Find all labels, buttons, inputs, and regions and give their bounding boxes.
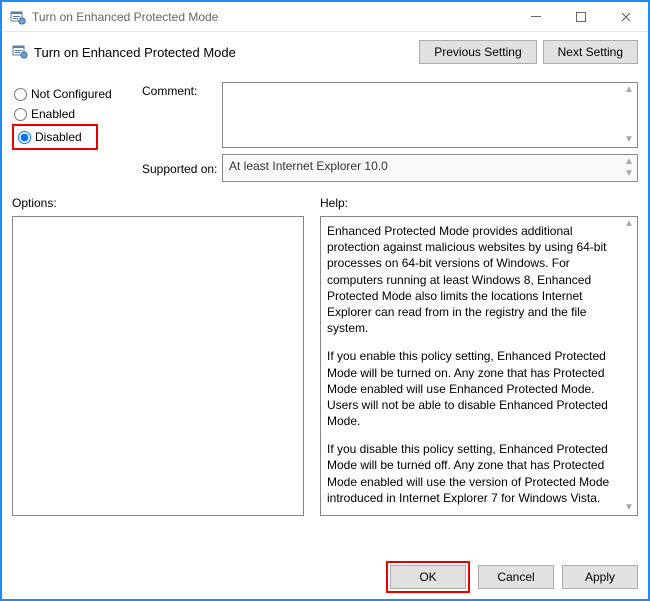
previous-setting-button[interactable]: Previous Setting [419, 40, 536, 64]
help-paragraph: If you enable this policy setting, Enhan… [327, 348, 617, 429]
comment-textarea[interactable]: ▲ ▼ [222, 82, 638, 148]
radio-enabled-input[interactable] [14, 108, 27, 121]
radio-not-configured[interactable]: Not Configured [12, 84, 142, 104]
highlight-ok: OK [386, 561, 470, 593]
highlight-disabled: Disabled [12, 124, 98, 150]
supported-on-field: At least Internet Explorer 10.0 ▲ ▼ [222, 154, 638, 182]
supported-on-label: Supported on: [142, 160, 222, 176]
maximize-button[interactable] [558, 2, 603, 31]
radio-label: Not Configured [31, 87, 112, 101]
close-button[interactable] [603, 2, 648, 31]
policy-icon [12, 43, 28, 62]
cancel-button[interactable]: Cancel [478, 565, 554, 589]
scroll-up-icon: ▲ [624, 85, 634, 95]
dialog-window: Turn on Enhanced Protected Mode [0, 0, 650, 601]
window-controls [513, 2, 648, 31]
minimize-button[interactable] [513, 2, 558, 31]
radio-disabled[interactable]: Disabled [16, 127, 96, 147]
help-paragraph: Enhanced Protected Mode provides additio… [327, 223, 617, 336]
dialog-footer: OK Cancel Apply [386, 561, 638, 593]
ok-button[interactable]: OK [390, 565, 466, 589]
supported-on-value: At least Internet Explorer 10.0 [229, 159, 388, 173]
radio-label: Disabled [35, 130, 82, 144]
scroll-up-icon: ▲ [624, 157, 634, 167]
scroll-down-icon: ▼ [624, 169, 634, 179]
help-paragraph: If you disable this policy setting, Enha… [327, 441, 617, 506]
help-text: Enhanced Protected Mode provides additio… [327, 223, 617, 509]
apply-button[interactable]: Apply [562, 565, 638, 589]
next-setting-button[interactable]: Next Setting [543, 40, 638, 64]
window-title: Turn on Enhanced Protected Mode [32, 10, 513, 24]
options-panel [12, 216, 304, 516]
scroll-down-icon: ▼ [624, 135, 634, 145]
titlebar: Turn on Enhanced Protected Mode [2, 2, 648, 32]
comment-label: Comment: [142, 82, 222, 98]
page-title: Turn on Enhanced Protected Mode [34, 45, 413, 60]
help-label: Help: [320, 196, 638, 210]
radio-not-configured-input[interactable] [14, 88, 27, 101]
scroll-down-icon: ▼ [624, 503, 634, 513]
help-panel: Enhanced Protected Mode provides additio… [320, 216, 638, 516]
radio-enabled[interactable]: Enabled [12, 104, 142, 124]
options-label: Options: [12, 196, 304, 210]
radio-label: Enabled [31, 107, 75, 121]
policy-icon [10, 9, 26, 25]
scrollbar[interactable]: ▲ ▼ [621, 155, 637, 181]
scroll-up-icon: ▲ [624, 219, 634, 229]
radio-disabled-input[interactable] [18, 131, 31, 144]
scrollbar[interactable]: ▲ ▼ [621, 217, 637, 515]
scrollbar[interactable]: ▲ ▼ [621, 83, 637, 147]
